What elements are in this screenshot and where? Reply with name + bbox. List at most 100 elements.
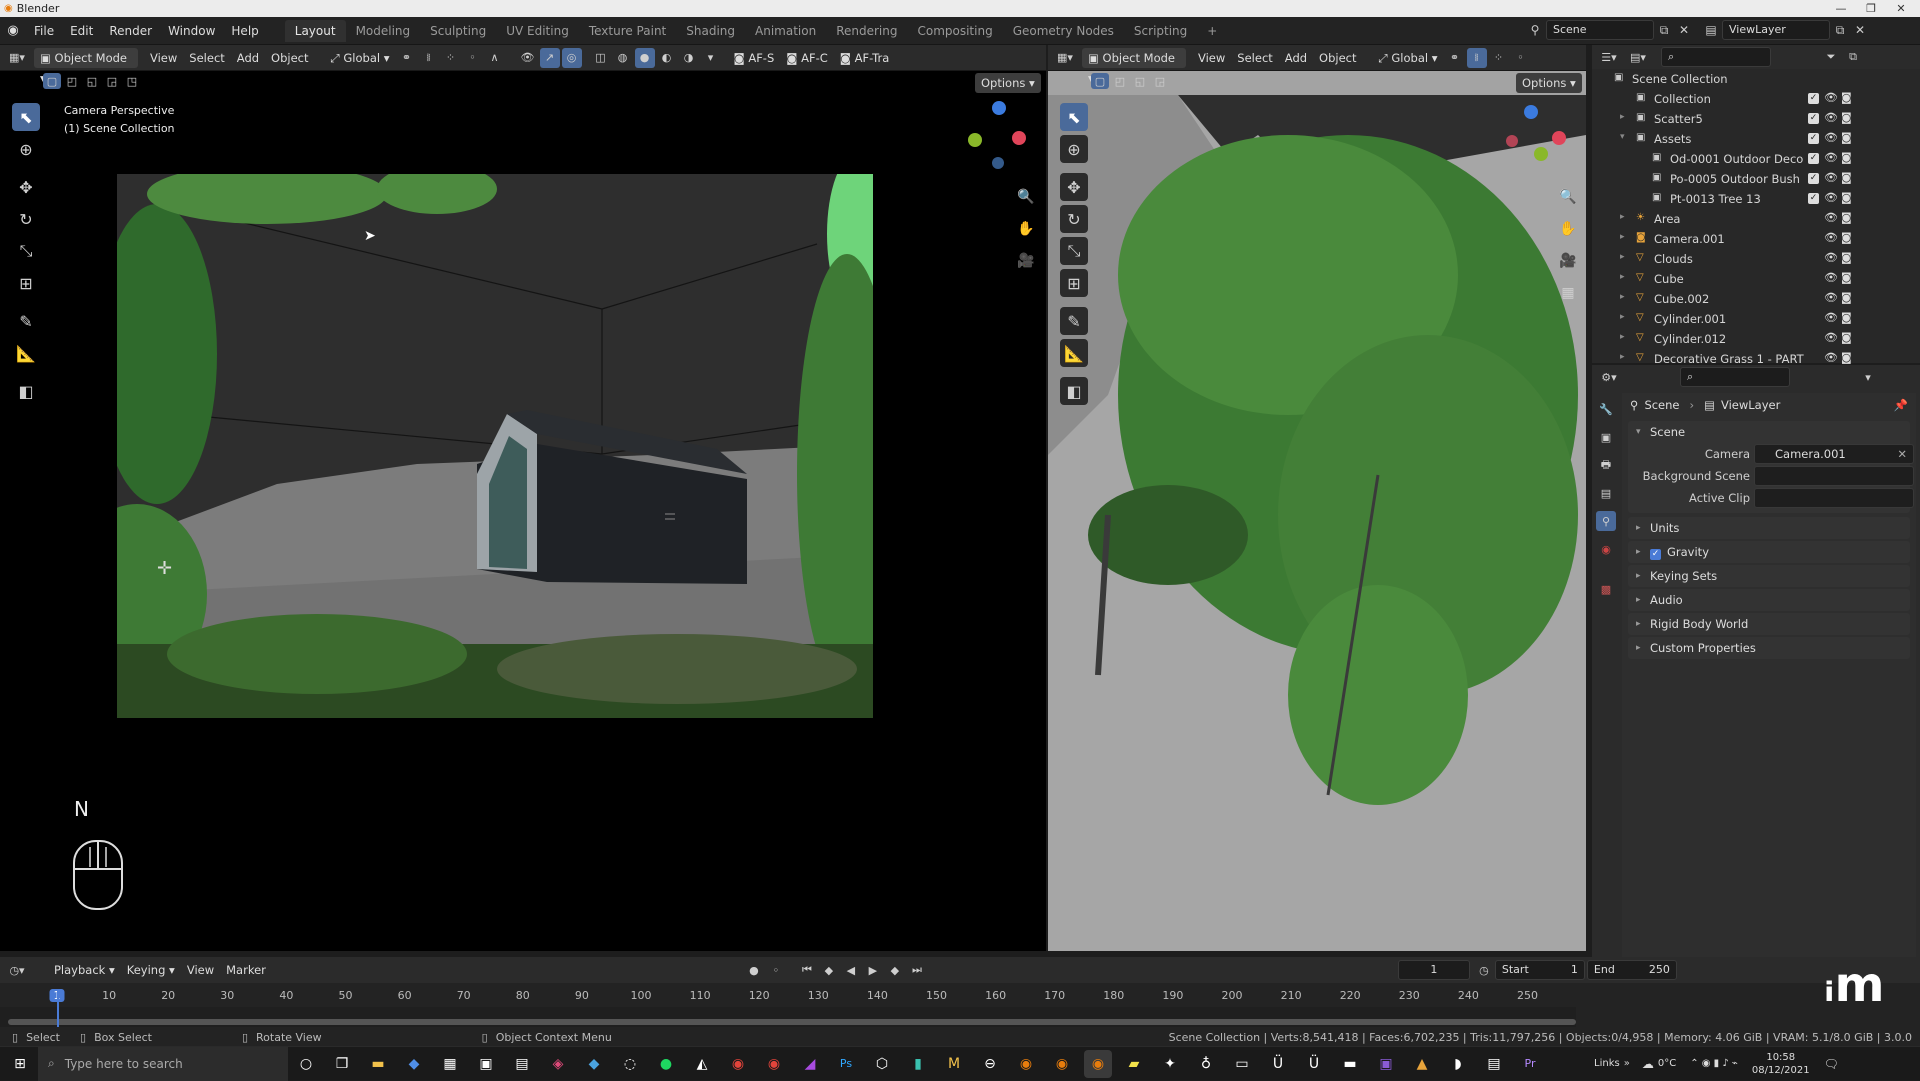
visibility-eye-icon[interactable]: 👁 — [1824, 211, 1838, 224]
proportional-edit-icon[interactable]: ◦ — [463, 48, 483, 68]
new-viewlayer-icon[interactable]: ⧉ — [1830, 23, 1850, 38]
render-camera-icon[interactable]: ◙ — [1841, 351, 1852, 364]
shading-rendered-icon[interactable]: ◑ — [679, 48, 699, 68]
annotate-tool-icon[interactable]: ✎ — [12, 307, 40, 335]
visibility-eye-icon[interactable]: 👁 — [1824, 351, 1838, 364]
chevron-right-icon[interactable]: ▸ — [1620, 332, 1625, 342]
outliner-row[interactable]: ▸ ▽ Cube 👁 ◙ — [1592, 269, 1920, 289]
affinity-icon[interactable]: ◢ — [796, 1050, 824, 1078]
measure-tool-icon[interactable]: 📐 — [12, 339, 40, 367]
start-frame-field[interactable]: Start 1 — [1494, 960, 1585, 980]
transform-tool-icon[interactable]: ⊞ — [12, 269, 40, 297]
app-icon-3[interactable]: ◈ — [544, 1050, 572, 1078]
camera-view-icon[interactable]: 🎥 — [1554, 247, 1582, 275]
app-icon-14[interactable]: ▭ — [1228, 1050, 1256, 1078]
app-icon-5[interactable]: ◌ — [616, 1050, 644, 1078]
shading-solid-icon[interactable]: ● — [634, 47, 655, 68]
chevron-right-icon[interactable]: ▸ — [1620, 292, 1625, 302]
delete-viewlayer-icon[interactable]: ✕ — [1850, 23, 1870, 37]
snap-icon-right[interactable]: ⧚ — [1466, 47, 1487, 68]
proportional-edit-icon-right[interactable]: ◦ — [1511, 48, 1531, 68]
render-camera-icon[interactable]: ◙ — [1841, 251, 1852, 264]
chevron-right-icon[interactable]: ▸ — [1620, 112, 1625, 122]
render-camera-icon[interactable]: ◙ — [1841, 171, 1852, 184]
scene-tab-icon[interactable]: ⚲ — [1596, 511, 1616, 531]
chevron-right-icon[interactable]: ▸ — [1620, 212, 1625, 222]
photoshop-icon[interactable]: Ps — [832, 1050, 860, 1078]
add-cube-tool-icon[interactable]: ◧ — [12, 377, 40, 405]
output-tab-icon[interactable]: 🖶 — [1596, 455, 1616, 475]
file-explorer-icon[interactable]: ▬ — [364, 1050, 392, 1078]
editor-type-icon-right[interactable]: ▦▾ — [1055, 48, 1075, 68]
tab-rendering[interactable]: Rendering — [826, 20, 907, 42]
outliner-root-row[interactable]: ▣ Scene Collection — [1592, 69, 1920, 89]
tab-uv-editing[interactable]: UV Editing — [496, 20, 579, 42]
outliner-row[interactable]: ▸ ▽ Cube.002 👁 ◙ — [1592, 289, 1920, 309]
gizmo-neg-z-axis-icon[interactable] — [992, 157, 1004, 169]
transform-tool-icon-right[interactable]: ⊞ — [1060, 269, 1088, 297]
tab-animation[interactable]: Animation — [745, 20, 826, 42]
visibility-eye-icon[interactable]: 👁 — [1824, 271, 1838, 284]
chevron-right-icon[interactable]: ▸ — [1620, 252, 1625, 262]
new-collection-icon[interactable]: ⧉ — [1843, 47, 1863, 67]
tool-tab-icon[interactable]: 🔧 — [1596, 399, 1616, 419]
viewlayer-field[interactable]: ViewLayer — [1722, 20, 1830, 40]
end-frame-field[interactable]: End 250 — [1586, 960, 1677, 980]
right-viewport-scene[interactable] — [1048, 95, 1586, 951]
outliner-row[interactable]: ▣ Collection ✓ 👁 ◙ — [1592, 89, 1920, 109]
pivot-icon-right[interactable]: ⚭ — [1445, 48, 1465, 68]
app-icon-1[interactable]: ◆ — [400, 1050, 428, 1078]
navigation-gizmo[interactable] — [964, 101, 1028, 173]
gizmo-y-axis-icon[interactable] — [1534, 147, 1548, 161]
app-icon-9[interactable]: M — [940, 1050, 968, 1078]
scene-icon[interactable]: ⚲ — [1524, 23, 1546, 37]
select-tool-icon-right[interactable]: ⬉ — [1060, 103, 1088, 131]
chevron-right-icon[interactable]: ▸ — [1620, 272, 1625, 282]
properties-section-keying-sets[interactable]: ▸ Keying Sets — [1628, 565, 1910, 587]
cursor-tool-icon-right[interactable]: ⊕ — [1060, 135, 1088, 163]
rotate-tool-icon-right[interactable]: ↻ — [1060, 205, 1088, 233]
tab-compositing[interactable]: Compositing — [907, 20, 1002, 42]
gizmo-toggle-icon[interactable]: ↗ — [539, 47, 560, 68]
visibility-icon[interactable]: 👁 — [518, 48, 538, 68]
keying-set-icon[interactable]: ◦ — [766, 960, 786, 980]
unreal-icon[interactable]: Ü — [1264, 1050, 1292, 1078]
visibility-eye-icon[interactable]: 👁 — [1824, 331, 1838, 344]
delete-scene-icon[interactable]: ✕ — [1674, 23, 1694, 37]
scene-panel-header[interactable]: ▾ Scene — [1628, 421, 1910, 443]
snap-icon[interactable]: ⧚ — [419, 48, 439, 68]
app-icon-18[interactable]: ▤ — [1480, 1050, 1508, 1078]
store-icon[interactable]: ▦ — [436, 1050, 464, 1078]
tab-modeling[interactable]: Modeling — [346, 20, 421, 42]
navigation-gizmo-right[interactable] — [1506, 105, 1570, 177]
pan-hand-icon[interactable]: ✋ — [1554, 215, 1582, 243]
exclude-checkbox[interactable]: ✓ — [1808, 173, 1819, 184]
visibility-eye-icon[interactable]: 👁 — [1824, 91, 1838, 104]
play-icon[interactable]: ▶ — [863, 960, 883, 980]
app-icon-6[interactable]: ◭ — [688, 1050, 716, 1078]
new-scene-icon[interactable]: ⧉ — [1654, 23, 1674, 38]
properties-section-audio[interactable]: ▸ Audio — [1628, 589, 1910, 611]
notification-icon[interactable]: 🗨 — [1824, 1057, 1839, 1071]
spotify-icon[interactable]: ● — [652, 1050, 680, 1078]
visibility-eye-icon[interactable]: 👁 — [1824, 111, 1838, 124]
gravity-checkbox[interactable]: ✓ — [1650, 549, 1661, 560]
render-camera-icon[interactable]: ◙ — [1841, 331, 1852, 344]
snap-target-icon-right[interactable]: ⁘ — [1489, 48, 1509, 68]
taskbar-clock[interactable]: 10:58 08/12/2021 — [1752, 1051, 1810, 1077]
app-icon-7[interactable]: ⬡ — [868, 1050, 896, 1078]
start-icon[interactable]: ⊞ — [6, 1050, 34, 1078]
left-menu-object[interactable]: Object — [265, 48, 314, 68]
rotate-tool-icon[interactable]: ↻ — [12, 205, 40, 233]
blender-icon-active[interactable]: ◉ — [1084, 1049, 1112, 1078]
timeline-menu-marker[interactable]: Marker — [220, 960, 272, 980]
gizmo-neg-x-axis-icon[interactable] — [1506, 135, 1518, 147]
calculator-icon[interactable]: ▤ — [508, 1050, 536, 1078]
outliner-row[interactable]: ▸ ▽ Clouds 👁 ◙ — [1592, 249, 1920, 269]
task-view-icon[interactable]: ❐ — [328, 1050, 356, 1078]
menu-file[interactable]: File — [26, 20, 62, 42]
right-menu-view[interactable]: View — [1192, 48, 1231, 68]
app-icon-10[interactable]: ⊖ — [976, 1050, 1004, 1078]
tab-geometry-nodes[interactable]: Geometry Nodes — [1003, 20, 1124, 42]
play-reverse-icon[interactable]: ◀ — [841, 960, 861, 980]
